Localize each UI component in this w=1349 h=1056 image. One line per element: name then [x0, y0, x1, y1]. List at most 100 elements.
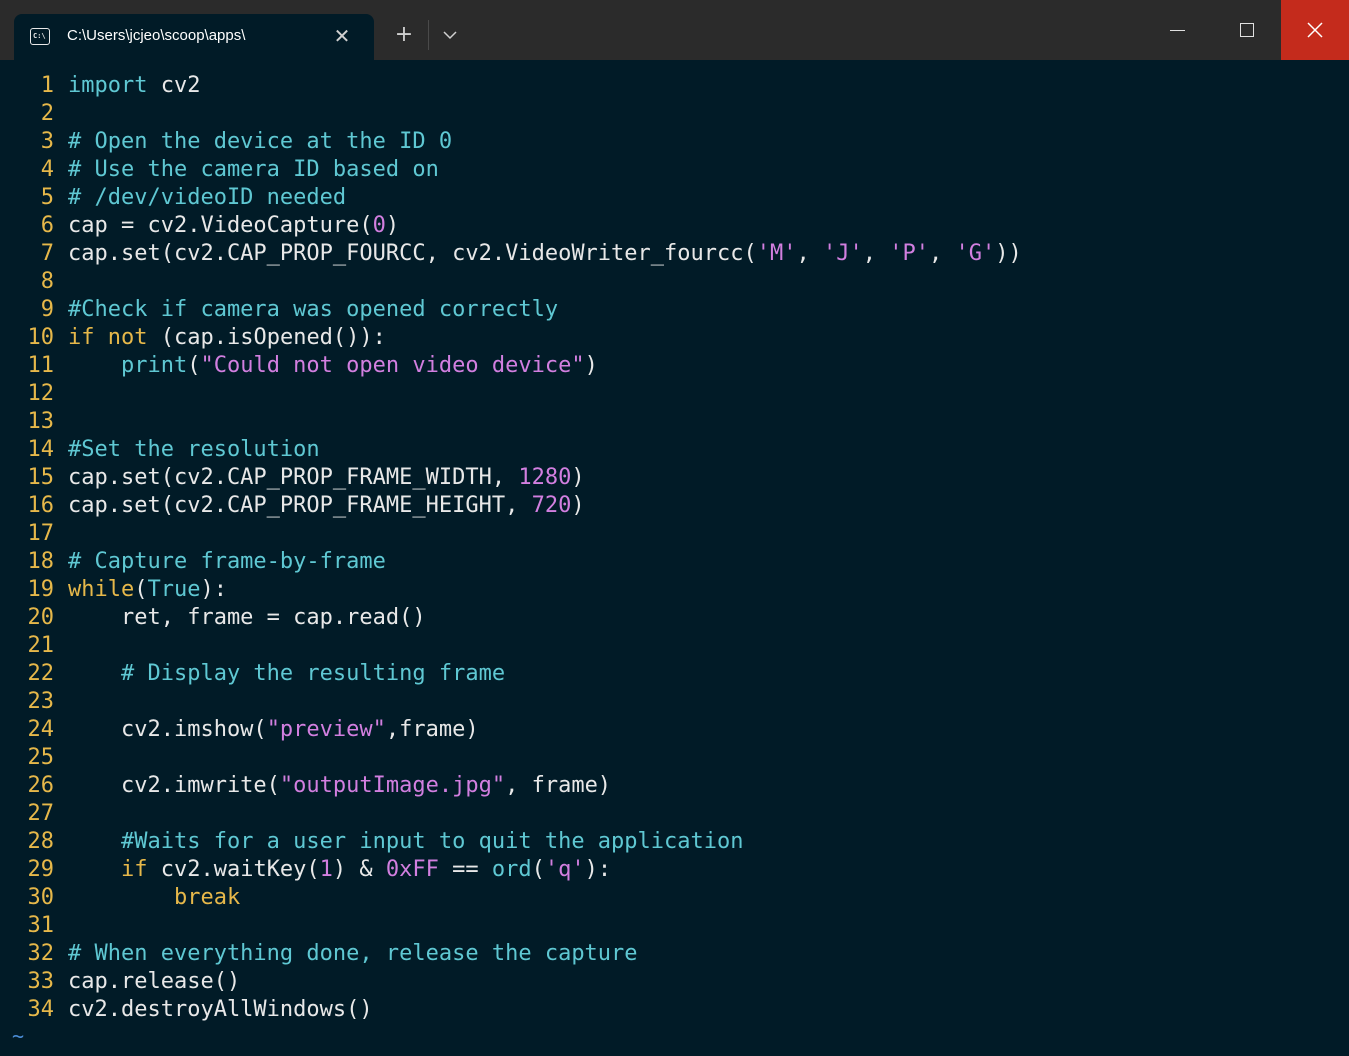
code-line: 5 # /dev/videoID needed: [0, 184, 1349, 212]
line-number: 13: [27, 409, 55, 434]
code-token: 'M': [756, 241, 797, 266]
code-token: #Set the resolution: [68, 437, 320, 462]
line-code: #Check if camera was opened correctly: [68, 296, 558, 324]
code-line: 26 cv2.imwrite("outputImage.jpg", frame): [0, 772, 1349, 800]
line-number: 18: [27, 549, 55, 574]
code-token: ,: [862, 241, 890, 266]
code-line: 9 #Check if camera was opened correctly: [0, 296, 1349, 324]
line-number: 16: [27, 493, 55, 518]
tab-dropdown-button[interactable]: [440, 24, 460, 46]
code-token: , frame): [505, 773, 612, 798]
line-code: #Set the resolution: [68, 436, 320, 464]
command-prompt-icon: C:\: [30, 28, 50, 45]
code-token: ret, frame = cap.read(): [68, 605, 426, 630]
line-number: 9: [40, 297, 54, 322]
code-token: # Capture frame-by-frame: [68, 549, 386, 574]
code-token: cv2.destroyAllWindows(): [68, 997, 373, 1022]
code-line: 20 ret, frame = cap.read(): [0, 604, 1349, 632]
code-token: ): [571, 493, 585, 518]
line-code: ret, frame = cap.read(): [68, 604, 426, 632]
code-token: while: [68, 577, 135, 602]
code-line: 22 # Display the resulting frame: [0, 660, 1349, 688]
code-token: (: [134, 577, 148, 602]
chevron-down-icon: [443, 31, 457, 40]
code-token: "Could not open video device": [200, 353, 585, 378]
code-line: 19 while(True):: [0, 576, 1349, 604]
line-code: cv2.imshow("preview",frame): [68, 716, 479, 744]
line-number: 15: [27, 465, 55, 490]
code-token: 0xFF: [385, 857, 439, 882]
code-line: 17: [0, 520, 1349, 548]
line-number: 10: [27, 325, 55, 350]
maximize-button[interactable]: [1212, 0, 1281, 60]
line-code: cap.set(cv2.CAP_PROP_FRAME_HEIGHT, 720): [68, 492, 585, 520]
line-number: 4: [40, 157, 54, 182]
code-line: 1 import cv2: [0, 72, 1349, 100]
code-token: ): [584, 353, 598, 378]
line-code: # Display the resulting frame: [68, 660, 505, 688]
title-bar: C:\ C:\Users\jcjeo\scoop\apps\ ✕ +: [0, 0, 1349, 60]
line-code: # /dev/videoID needed: [68, 184, 346, 212]
code-line: 18 # Capture frame-by-frame: [0, 548, 1349, 576]
line-number: 23: [27, 689, 55, 714]
line-code: # Capture frame-by-frame: [68, 548, 386, 576]
line-number: 31: [27, 913, 55, 938]
code-token: # Use the camera ID based on: [68, 157, 439, 182]
line-number: 6: [40, 213, 54, 238]
code-token: break: [173, 885, 241, 910]
line-number: 8: [40, 269, 54, 294]
close-tab-button[interactable]: ✕: [330, 24, 354, 48]
code-token: ): [571, 465, 585, 490]
close-window-button[interactable]: [1281, 0, 1349, 60]
code-token: print: [120, 353, 188, 378]
line-number: 28: [27, 829, 55, 854]
code-token: # Open the device at the ID 0: [68, 129, 453, 154]
code-token: # Display the resulting frame: [120, 661, 506, 686]
new-tab-button[interactable]: +: [392, 22, 416, 48]
code-token: "outputImage.jpg": [279, 773, 506, 798]
line-number: 24: [27, 717, 55, 742]
code-token: not: [107, 325, 148, 350]
line-code: cap.set(cv2.CAP_PROP_FRAME_WIDTH, 1280): [68, 464, 585, 492]
code-line: 4 # Use the camera ID based on: [0, 156, 1349, 184]
line-code: print("Could not open video device"): [68, 352, 598, 380]
close-icon: [1307, 22, 1323, 38]
code-token: #Waits for a user input to quit the appl…: [120, 829, 744, 854]
code-token: ,: [796, 241, 823, 266]
code-token: ):: [584, 857, 612, 882]
code-line: 16 cap.set(cv2.CAP_PROP_FRAME_HEIGHT, 720…: [0, 492, 1349, 520]
code-line: 24 cv2.imshow("preview",frame): [0, 716, 1349, 744]
terminal-tab[interactable]: C:\ C:\Users\jcjeo\scoop\apps\ ✕: [14, 14, 374, 60]
code-token: (cap.isOpened()):: [147, 325, 386, 350]
code-token: 'J': [823, 241, 863, 266]
code-token: "preview": [266, 717, 386, 742]
line-number: 34: [27, 997, 55, 1022]
line-number: 22: [27, 661, 55, 686]
code-token: ): [385, 213, 400, 238]
code-line: 3 # Open the device at the ID 0: [0, 128, 1349, 156]
line-code: cap.release(): [68, 968, 240, 996]
tab-divider: [428, 20, 429, 50]
code-token: 'P': [889, 241, 929, 266]
code-editor[interactable]: 1 import cv2 2 3 # Open the device at the ID…: [0, 72, 1349, 1024]
line-number: 11: [27, 353, 55, 378]
code-token: # When everything done, release the capt…: [68, 941, 638, 966]
line-code: cap.set(cv2.CAP_PROP_FOURCC, cv2.VideoWr…: [68, 240, 1022, 268]
code-line: 15 cap.set(cv2.CAP_PROP_FRAME_WIDTH, 1280…: [0, 464, 1349, 492]
minimize-button[interactable]: [1143, 0, 1212, 60]
line-number: 33: [27, 969, 55, 994]
line-number: 21: [27, 633, 55, 658]
code-line: 10 if not (cap.isOpened()):: [0, 324, 1349, 352]
code-token: #Check if camera was opened correctly: [68, 297, 559, 322]
line-code: import cv2: [68, 72, 200, 100]
code-line: 32 # When everything done, release the ca…: [0, 940, 1349, 968]
line-code: # Use the camera ID based on: [68, 156, 439, 184]
tab-title: C:\Users\jcjeo\scoop\apps\: [67, 27, 246, 44]
line-number: 3: [40, 129, 54, 154]
line-number: 32: [27, 941, 55, 966]
